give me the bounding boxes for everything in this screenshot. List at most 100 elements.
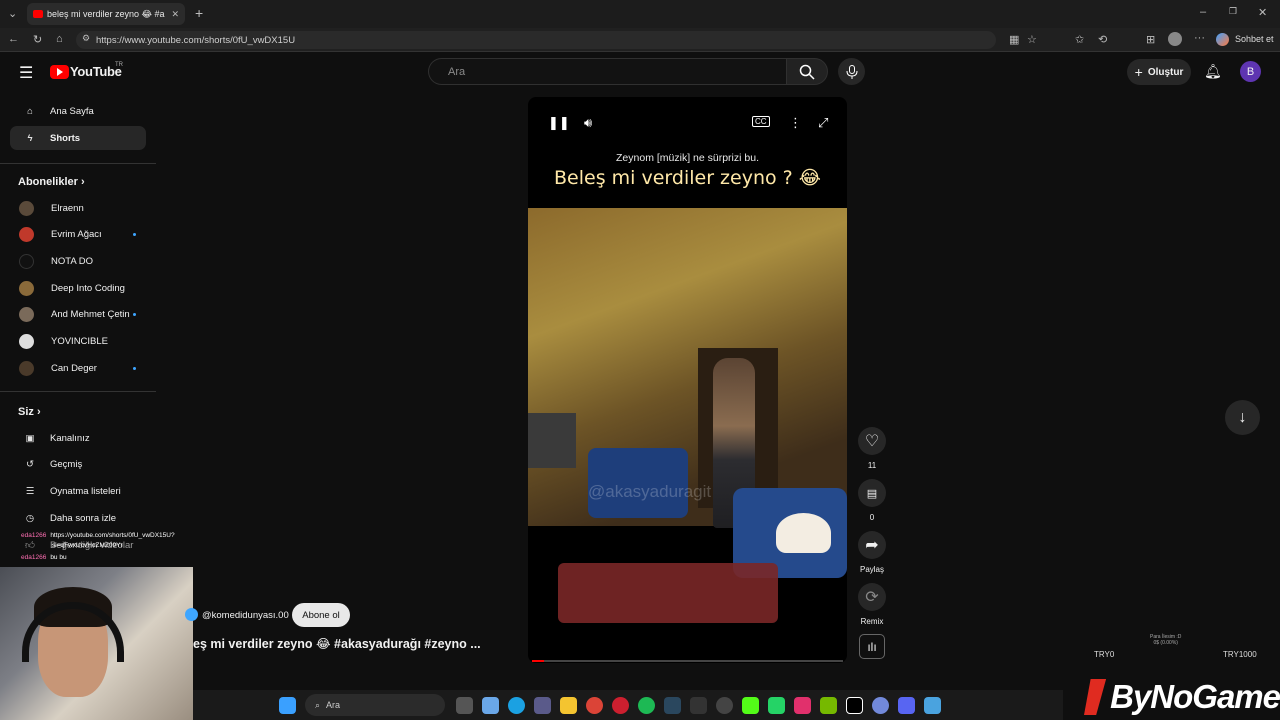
subscribe-button[interactable]: Abone ol <box>292 603 350 627</box>
remix-button[interactable]: ⟳ <box>858 583 886 611</box>
tab-list-icon[interactable]: ⌄ <box>8 7 17 20</box>
comments-button[interactable]: ▤ <box>858 479 886 507</box>
search-button[interactable] <box>786 58 828 85</box>
voice-search-button[interactable] <box>838 58 865 85</box>
sidebar-divider <box>0 391 156 392</box>
channel-icon: ▣ <box>25 432 35 444</box>
heart-icon: ♡ <box>864 433 880 450</box>
favorites-icon[interactable]: ✩ <box>1075 33 1084 46</box>
store-icon[interactable] <box>534 696 551 714</box>
url-field[interactable]: ⚙ https://www.youtube.com/shorts/0fU_vwD… <box>76 31 996 49</box>
sidebar-item-label: Elraenn <box>51 202 84 214</box>
obs-icon[interactable] <box>716 696 733 714</box>
share-button[interactable]: ➦ <box>858 531 886 559</box>
nvidia-icon[interactable] <box>820 696 837 714</box>
next-short-button[interactable]: ↓ <box>1225 400 1260 435</box>
like-count: 11 <box>867 461 877 470</box>
tab-close-icon[interactable]: ✕ <box>171 9 179 20</box>
sidebar-item-watch-later[interactable]: ◷ Daha sonra izle <box>10 506 146 530</box>
copilot-icon[interactable] <box>1216 33 1229 46</box>
captions-icon[interactable]: CC <box>752 116 770 127</box>
short-channel-name[interactable]: @komedidunyası.00 <box>202 610 289 621</box>
task-view-icon[interactable] <box>456 696 473 714</box>
refresh-icon[interactable]: ↻ <box>33 33 42 46</box>
more-menu-icon[interactable]: ··· <box>1194 32 1205 44</box>
file-explorer-icon[interactable] <box>560 696 577 714</box>
restore-icon[interactable]: ❐ <box>1229 6 1237 17</box>
collections-icon[interactable]: ⊞ <box>1146 33 1155 46</box>
whatsapp-icon[interactable] <box>768 696 785 714</box>
kick-icon[interactable] <box>742 696 759 714</box>
sidebar-item-home[interactable]: ⌂ Ana Sayfa <box>10 99 146 123</box>
create-button[interactable]: + Oluştur <box>1127 59 1191 85</box>
discord-icon[interactable] <box>898 696 915 714</box>
sidebar-item-subscription[interactable]: YOVINCIBLE <box>10 329 146 353</box>
subscriptions-heading[interactable]: Abonelikler › <box>18 176 85 188</box>
new-tab-icon[interactable]: + <box>195 5 203 21</box>
apps-icon[interactable]: ▦ <box>1009 33 1019 46</box>
sidebar-item-subscription[interactable]: Elraenn <box>10 196 146 220</box>
sidebar-item-history[interactable]: ↺ Geçmiş <box>10 452 146 476</box>
spotify-icon[interactable] <box>638 696 655 714</box>
short-channel-avatar[interactable] <box>185 608 198 621</box>
volume-icon[interactable]: 🔊︎ <box>584 115 592 131</box>
sidebar-item-your-channel[interactable]: ▣ Kanalınız <box>10 426 146 450</box>
app-icon[interactable] <box>872 696 889 714</box>
windows-start-icon[interactable] <box>279 696 296 714</box>
epic-games-icon[interactable] <box>690 696 707 714</box>
chat-message: eda1266 bu bu <box>21 554 67 561</box>
home-icon[interactable]: ⌂ <box>56 33 63 45</box>
fullscreen-icon[interactable]: ⤢ <box>818 115 828 131</box>
steam-icon[interactable] <box>664 696 681 714</box>
more-options-icon[interactable]: ⋮ <box>789 115 802 131</box>
widgets-icon[interactable] <box>482 696 499 714</box>
browser-tab[interactable]: beleş mi verdiler zeyno 😂 #a ✕ <box>27 3 185 25</box>
sidebar-item-shorts[interactable]: ϟ Shorts <box>10 126 146 150</box>
video-tv <box>528 413 576 468</box>
settings-app-icon[interactable] <box>924 696 941 714</box>
sidebar-item-subscription[interactable]: Evrim Ağacı <box>10 222 146 246</box>
sidebar-item-playlists[interactable]: ☰ Oynatma listeleri <box>10 479 146 503</box>
like-button[interactable]: ♡ <box>858 427 886 455</box>
sidebar-item-label: Shorts <box>50 132 81 144</box>
opera-icon[interactable] <box>612 696 629 714</box>
you-heading[interactable]: Siz › <box>18 406 41 418</box>
profile-icon[interactable] <box>1168 32 1182 46</box>
pause-icon[interactable]: ❚❚ <box>548 115 570 131</box>
sidebar-item-subscription[interactable]: Can Deger <box>10 356 146 380</box>
search-input[interactable]: Ara <box>428 58 786 85</box>
shorts-player[interactable]: ❚❚ 🔊︎ CC ⋮ ⤢ Zeynom [müzik] ne sürprizi … <box>528 97 847 663</box>
history-browser-icon[interactable]: ⟲ <box>1098 33 1107 46</box>
taskbar-search[interactable]: ⌕ Ara <box>305 694 445 716</box>
minimize-icon[interactable]: – <box>1200 6 1206 18</box>
shorts-icon: ϟ <box>27 132 33 144</box>
sidebar-item-label: Ana Sayfa <box>50 105 94 117</box>
favorite-star-icon[interactable]: ☆ <box>1027 33 1037 46</box>
chrome-icon[interactable] <box>586 696 603 714</box>
account-avatar[interactable]: B <box>1240 61 1261 82</box>
video-frame[interactable] <box>528 208 847 623</box>
share-icon: ➦ <box>865 537 879 554</box>
hamburger-menu-icon[interactable]: ☰ <box>19 63 33 83</box>
sidebar-item-subscription[interactable]: Deep Into Coding <box>10 276 146 300</box>
close-window-icon[interactable]: ✕ <box>1258 6 1267 19</box>
youtube-logo-icon[interactable] <box>50 65 69 79</box>
sidebar-item-subscription[interactable]: And Mehmet Çetin <box>10 302 146 326</box>
sidebar-item-subscription[interactable]: NOTA DO <box>10 249 146 273</box>
copilot-label[interactable]: Sohbet et <box>1235 34 1274 44</box>
sound-button[interactable]: ılı <box>859 634 885 659</box>
edge-icon[interactable] <box>508 696 525 714</box>
site-info-icon[interactable]: ⚙ <box>82 33 90 44</box>
share-label: Paylaş <box>859 565 884 574</box>
url-text: https://www.youtube.com/shorts/0fU_vwDX1… <box>96 34 296 46</box>
progress-bar[interactable] <box>532 660 843 662</box>
youtube-logo-text[interactable]: YouTube <box>70 64 122 79</box>
chat-message: eda1266 https://youtube.com/shorts/0fU_vw… <box>21 532 175 539</box>
comment-count: 0 <box>869 513 875 522</box>
g-app-icon[interactable] <box>846 696 863 714</box>
short-title[interactable]: eş mi verdiler zeyno 😂 #akasyadurağı #ze… <box>193 636 481 651</box>
notifications-bell-icon[interactable]: 🔔︎ <box>1204 63 1222 80</box>
donation-ticker-min: TRY0 <box>1094 650 1115 659</box>
instagram-icon[interactable] <box>794 696 811 714</box>
back-icon[interactable]: ← <box>8 33 19 45</box>
